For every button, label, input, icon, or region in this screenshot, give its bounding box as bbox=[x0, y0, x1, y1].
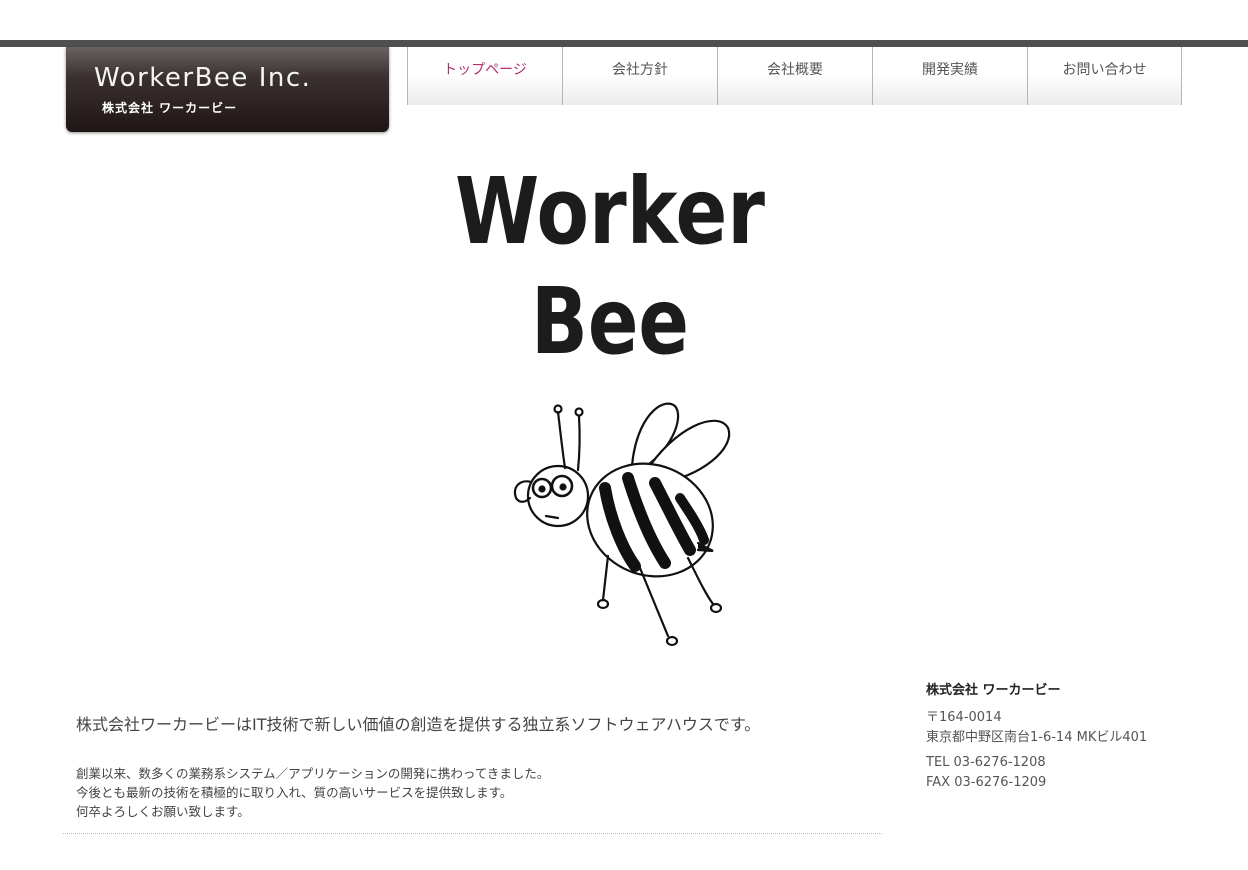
logo-text-en: WorkerBee Inc. bbox=[94, 63, 312, 93]
logo[interactable]: WorkerBee Inc. 株式会社 ワーカービー bbox=[66, 47, 389, 132]
nav-item-label: 開発実績 bbox=[922, 62, 978, 78]
divider bbox=[63, 833, 882, 834]
intro-text: 創業以来、数多くの業務系システム／アプリケーションの開発に携わってきました。 今… bbox=[76, 764, 549, 821]
nav-item-label: お問い合わせ bbox=[1062, 62, 1147, 78]
top-bar bbox=[0, 40, 1248, 47]
hero-logo: Worker Bee bbox=[400, 148, 820, 668]
bee-illustration bbox=[513, 402, 731, 647]
postal-code: 〒164-0014 bbox=[926, 710, 1002, 725]
nav-item-top[interactable]: トップページ bbox=[407, 47, 562, 105]
nav-item-about[interactable]: 会社概要 bbox=[717, 47, 872, 105]
tagline: 株式会社ワーカービーはIT技術で新しい価値の創造を提供する独立系ソフトウェアハウ… bbox=[76, 715, 761, 734]
nav-item-label: 会社概要 bbox=[767, 62, 823, 78]
logo-text-ja: 株式会社 ワーカービー bbox=[102, 101, 238, 115]
nav-item-contact[interactable]: お問い合わせ bbox=[1027, 47, 1182, 105]
nav-item-policy[interactable]: 会社方針 bbox=[562, 47, 717, 105]
intro-line: 今後とも最新の技術を積極的に取り入れ、質の高いサービスを提供致します。 bbox=[76, 785, 513, 800]
address: 東京都中野区南台1-6-14 MKビル401 bbox=[926, 729, 1148, 745]
nav-item-label: トップページ bbox=[443, 62, 527, 78]
intro-line: 何卒よろしくお願い致します。 bbox=[76, 804, 250, 819]
hero-title-bee: Bee bbox=[531, 268, 689, 375]
main-nav: トップページ 会社方針 会社概要 開発実績 お問い合わせ bbox=[407, 47, 1183, 105]
hero-title-worker: Worker bbox=[455, 158, 766, 265]
fax: FAX 03-6276-1209 bbox=[926, 774, 1047, 790]
tel: TEL 03-6276-1208 bbox=[926, 755, 1046, 770]
intro-line: 創業以来、数多くの業務系システム／アプリケーションの開発に携わってきました。 bbox=[76, 766, 550, 781]
nav-item-label: 会社方針 bbox=[612, 62, 668, 78]
company-info: 株式会社 ワーカービー 〒164-0014 東京都中野区南台1-6-14 MKビ… bbox=[926, 679, 1226, 792]
company-name: 株式会社 ワーカービー bbox=[926, 683, 1061, 698]
nav-item-works[interactable]: 開発実績 bbox=[872, 47, 1027, 105]
